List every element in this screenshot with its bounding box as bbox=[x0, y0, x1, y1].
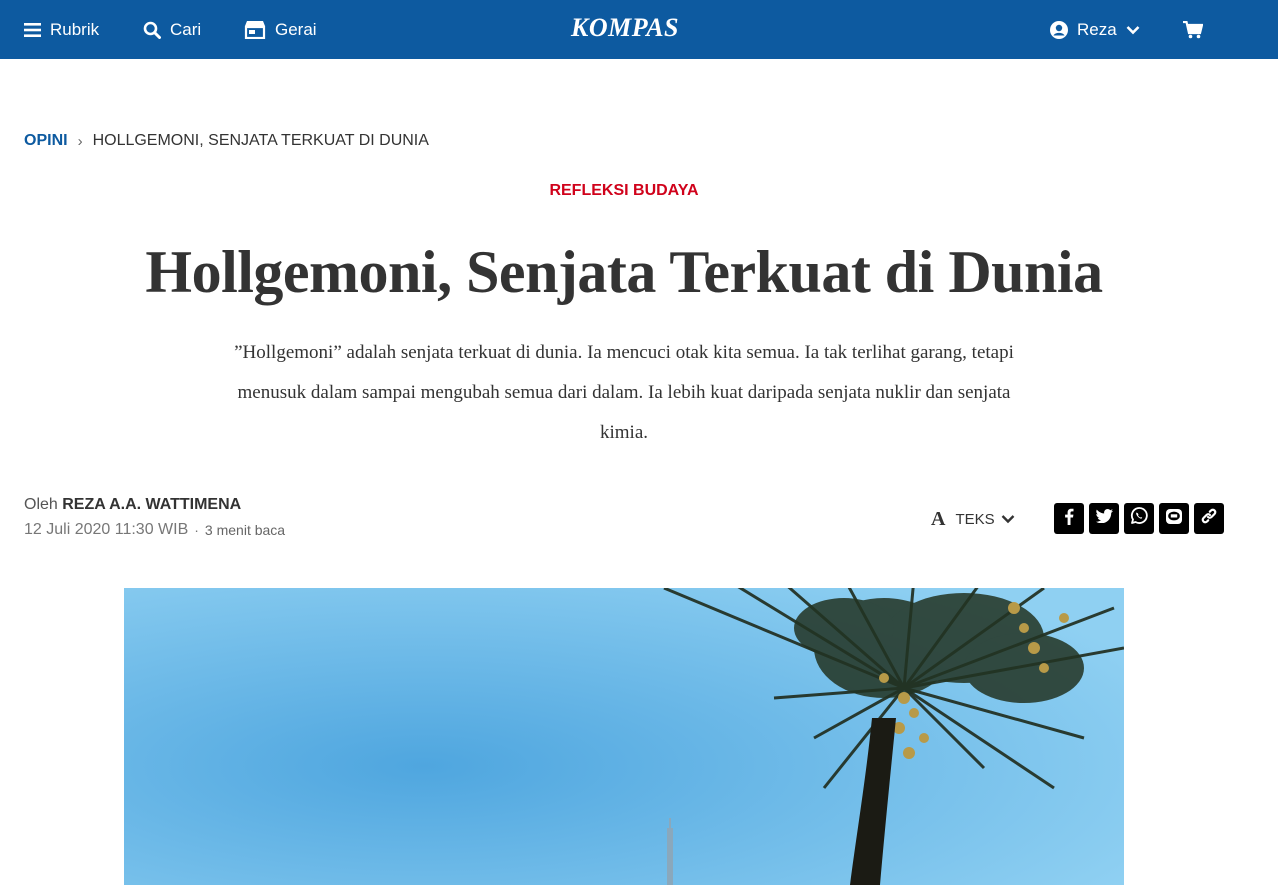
byline-prefix: Oleh bbox=[24, 496, 58, 513]
user-name: Reza bbox=[1077, 19, 1117, 39]
share-twitter-button[interactable] bbox=[1089, 503, 1119, 534]
twitter-icon bbox=[1095, 509, 1113, 528]
share-whatsapp-button[interactable] bbox=[1124, 503, 1154, 534]
user-avatar-icon bbox=[1050, 20, 1068, 39]
article-title: Hollgemoni, Senjata Terkuat di Dunia bbox=[145, 239, 1103, 305]
meta-separator: · bbox=[194, 522, 199, 538]
share-facebook-button[interactable] bbox=[1054, 503, 1084, 534]
breadcrumb-section-link[interactable]: OPINI bbox=[24, 132, 68, 150]
copy-link-button[interactable] bbox=[1194, 503, 1224, 534]
line-icon bbox=[1165, 508, 1183, 530]
cart-button[interactable] bbox=[1183, 0, 1203, 59]
whatsapp-icon bbox=[1130, 507, 1148, 530]
text-size-button[interactable]: A TEKS bbox=[931, 508, 1015, 531]
byline: Oleh REZA A.A. WATTIMENA bbox=[24, 496, 241, 514]
palm-tree-photo bbox=[124, 588, 1124, 885]
facebook-icon bbox=[1064, 508, 1074, 530]
user-menu-button[interactable]: Reza bbox=[1050, 0, 1140, 59]
article-kicker[interactable]: REFLEKSI BUDAYA bbox=[0, 182, 1248, 200]
chevron-down-icon bbox=[1126, 25, 1140, 35]
chevron-down-icon bbox=[1001, 511, 1015, 529]
cart-icon bbox=[1183, 20, 1203, 39]
breadcrumb-current: HOLLGEMONI, SENJATA TERKUAT DI DUNIA bbox=[92, 132, 429, 149]
breadcrumb-separator: › bbox=[77, 132, 83, 150]
share-line-button[interactable] bbox=[1159, 503, 1189, 534]
link-icon bbox=[1200, 507, 1218, 530]
publish-date: 12 Juli 2020 11:30 WIB bbox=[24, 521, 189, 538]
author-link[interactable]: REZA A.A. WATTIMENA bbox=[62, 496, 241, 513]
text-size-icon: A bbox=[931, 508, 946, 530]
dateline: 12 Juli 2020 11:30 WIB · 3 menit baca bbox=[24, 521, 285, 539]
hero-image bbox=[124, 588, 1124, 885]
text-size-label: TEKS bbox=[955, 511, 995, 528]
top-navbar: Rubrik Cari Gerai KOMPAS Reza bbox=[0, 0, 1278, 59]
article-summary: ”Hollgemoni” adalah senjata terkuat di d… bbox=[234, 342, 1014, 443]
breadcrumb: OPINI › HOLLGEMONI, SENJATA TERKUAT DI D… bbox=[24, 132, 429, 150]
read-time: 3 menit baca bbox=[204, 522, 286, 538]
